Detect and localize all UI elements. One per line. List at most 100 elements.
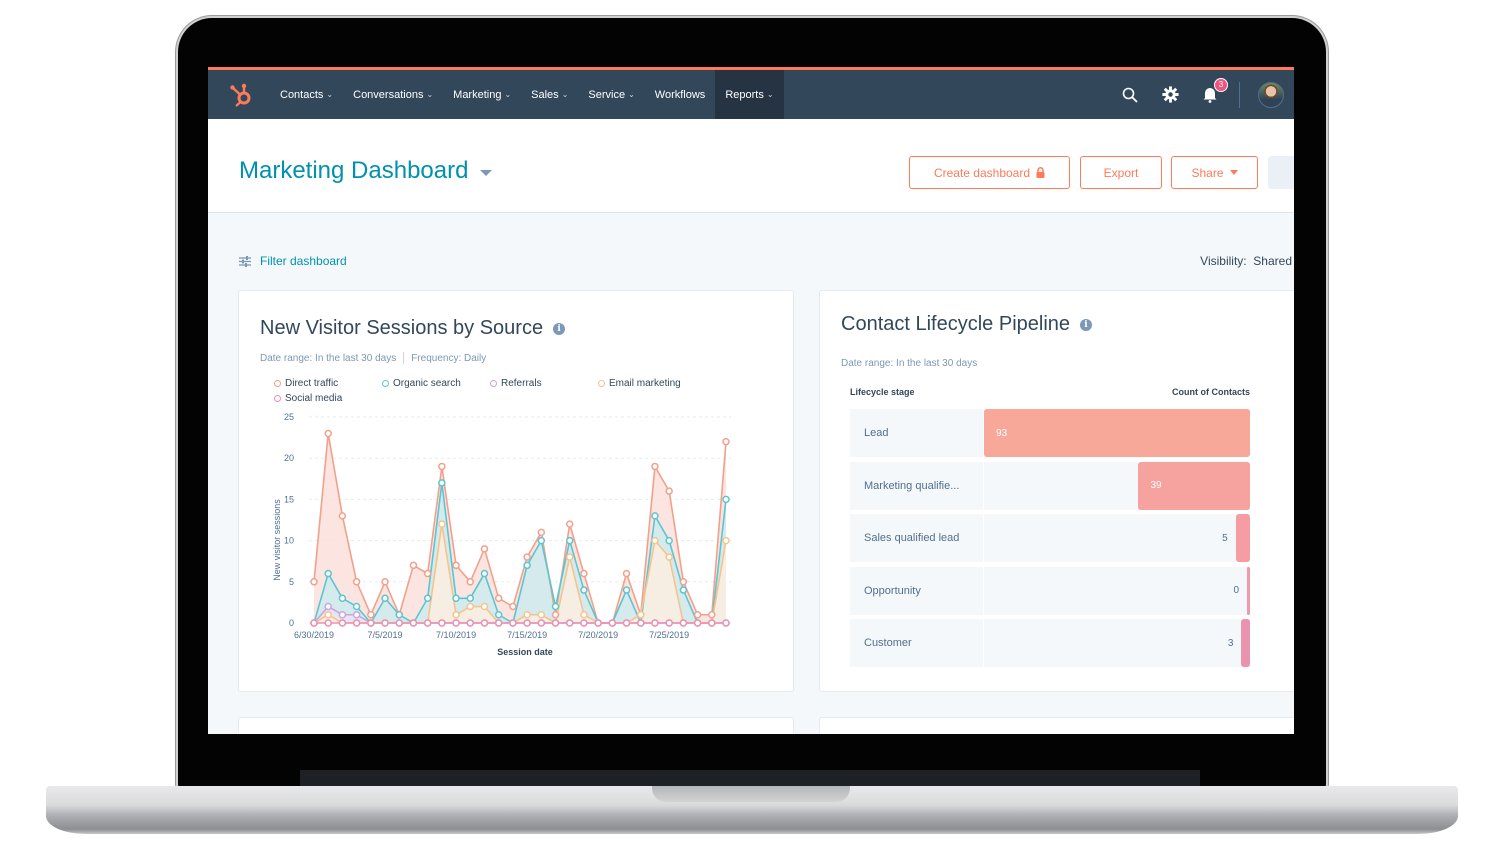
data-point [310, 619, 318, 627]
data-point [423, 594, 432, 603]
caret-down-icon [480, 170, 493, 176]
data-point [665, 619, 673, 627]
data-point [409, 561, 418, 570]
data-point [509, 602, 517, 611]
actions-button[interactable] [1268, 156, 1294, 189]
chevron-down-icon: ⌄ [561, 90, 569, 99]
data-point [494, 611, 503, 619]
data-point [352, 602, 361, 611]
data-point [651, 536, 659, 545]
nav-item-label: Service [588, 88, 626, 101]
data-point [324, 569, 332, 578]
avatar[interactable] [1258, 81, 1284, 108]
data-point [381, 578, 389, 586]
visibility-label: Visibility: [1200, 254, 1247, 268]
data-point [395, 611, 403, 619]
filter-dashboard-label: Filter dashboard [260, 254, 347, 268]
pipeline-row[interactable]: Customer 3 [850, 619, 1250, 667]
count-value: 93 [996, 427, 1008, 439]
col-header-stage: Lifecycle stage [850, 387, 915, 397]
y-tick-label: 20 [284, 453, 294, 463]
data-point [324, 611, 332, 619]
column-divider [983, 461, 984, 510]
data-point [679, 619, 688, 627]
nav-item-reports[interactable]: Reports ⌄ [715, 70, 784, 119]
data-point [708, 611, 716, 619]
x-tick-label: 7/20/2019 [578, 630, 618, 640]
pipeline-row[interactable]: Opportunity 0 [850, 566, 1250, 615]
data-point [523, 553, 531, 561]
visibility-value: Shared [1253, 254, 1292, 268]
data-point [438, 479, 446, 487]
data-point [466, 619, 475, 627]
data-point [466, 602, 475, 611]
pipeline-row[interactable]: Marketing qualifie... 39 [850, 461, 1250, 510]
export-button[interactable]: Export [1080, 156, 1162, 189]
data-point [580, 586, 588, 594]
create-dashboard-button[interactable]: Create dashboard [909, 156, 1070, 189]
x-tick-label: 6/30/2019 [294, 630, 334, 640]
data-point [423, 569, 432, 578]
hubspot-sprocket-icon[interactable] [228, 82, 254, 108]
nav-item-workflows[interactable]: Workflows [645, 70, 716, 119]
filter-dashboard-button[interactable]: Filter dashboard [239, 254, 347, 268]
info-icon[interactable]: i [1080, 318, 1093, 331]
data-point [622, 586, 631, 594]
top-nav: Contacts ⌄ Conversations ⌄ Marketing ⌄ Sales ⌄ S… [208, 67, 1294, 119]
data-point [622, 569, 631, 578]
bell-icon[interactable]: 3 [1199, 77, 1228, 106]
laptop-hinge [300, 770, 1200, 786]
chevron-down-icon: ⌄ [628, 90, 635, 99]
data-point [637, 611, 645, 619]
data-point [722, 536, 730, 545]
nav-item-label: Workflows [654, 88, 706, 101]
chevron-down-icon: ⌄ [326, 90, 334, 99]
stage-label: Marketing qualifie... [864, 479, 960, 492]
pipeline-row[interactable]: Lead 93 [850, 409, 1250, 457]
count-value: 5 [1222, 532, 1228, 544]
nav-item-label: Contacts [280, 88, 324, 101]
export-label: Export [1103, 165, 1139, 180]
y-axis-title: New visitor sessions [272, 499, 282, 581]
y-tick-label: 25 [284, 412, 294, 422]
gear-icon[interactable] [1159, 84, 1181, 106]
data-point [594, 619, 602, 627]
data-point [367, 611, 375, 619]
dashboard-selector[interactable]: Marketing Dashboard [239, 157, 493, 185]
screen: Contacts ⌄ Conversations ⌄ Marketing ⌄ Sales ⌄ S… [208, 67, 1294, 734]
data-point [565, 536, 574, 545]
data-point [551, 611, 560, 619]
data-point [480, 569, 489, 578]
data-point [693, 611, 702, 619]
data-point [665, 553, 673, 561]
data-point [608, 619, 617, 627]
data-point [338, 611, 347, 619]
x-axis-title: Session date [497, 647, 553, 657]
data-point [338, 512, 347, 520]
nav-item-marketing[interactable]: Marketing ⌄ [443, 70, 521, 119]
stage-label: Lead [864, 427, 889, 439]
data-point [466, 594, 475, 603]
search-icon[interactable] [1119, 84, 1141, 106]
column-divider [983, 619, 984, 667]
count-value: 0 [1233, 585, 1239, 596]
count-value: 39 [1150, 480, 1162, 491]
notification-badge: 3 [1214, 77, 1228, 92]
nav-item-contacts[interactable]: Contacts ⌄ [270, 70, 343, 119]
data-point [480, 619, 489, 627]
nav-item-service[interactable]: Service ⌄ [578, 70, 644, 119]
data-point [494, 594, 503, 603]
data-point [523, 561, 531, 570]
nav-item-sales[interactable]: Sales ⌄ [521, 70, 578, 119]
column-divider [983, 566, 984, 615]
share-button[interactable]: Share [1171, 156, 1258, 189]
nav-item-conversations[interactable]: Conversations ⌄ [343, 70, 443, 119]
nav-item-label: Sales [531, 88, 559, 101]
pipeline-table: Lifecycle stage Count of Contacts Lead 93… [850, 387, 1250, 672]
sliders-icon [239, 255, 251, 267]
data-point [651, 462, 659, 471]
visibility-status[interactable]: Visibility: Shared [1200, 254, 1292, 268]
laptop-notch [652, 786, 850, 802]
pipeline-row[interactable]: Sales qualified lead 5 [850, 514, 1250, 562]
report-card-4 [819, 717, 1294, 734]
